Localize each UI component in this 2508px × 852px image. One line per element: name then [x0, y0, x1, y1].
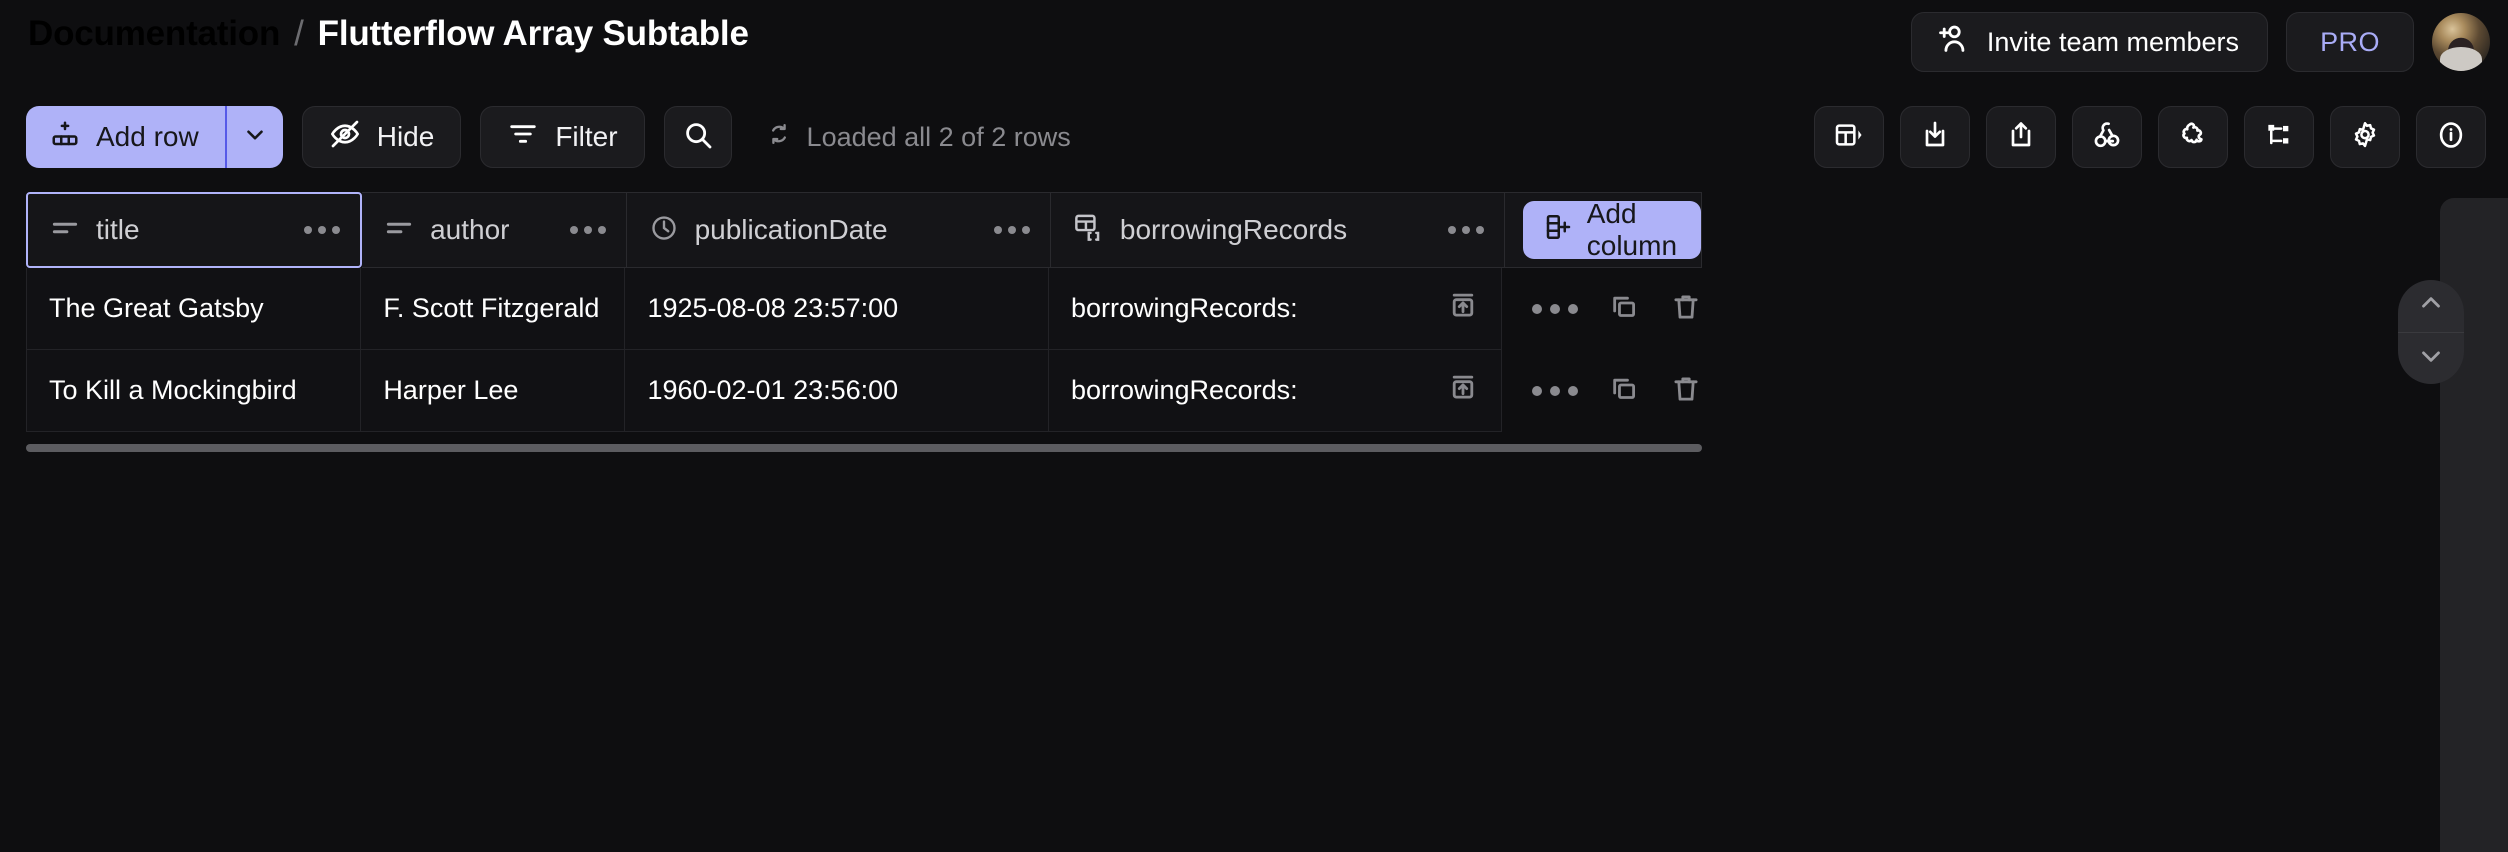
breadcrumb-separator: /	[294, 14, 304, 53]
pro-badge-label: PRO	[2320, 26, 2380, 57]
toolbar: Add row Hide Filter Loaded all 2 of 2 ro…	[0, 92, 2508, 182]
hide-fields-label: Hide	[376, 121, 435, 152]
add-row-button[interactable]: Add row	[26, 106, 225, 168]
webhook-icon	[2091, 119, 2123, 156]
column-menu-button[interactable]	[556, 226, 606, 234]
column-header-borrowingRecords[interactable]: borrowingRecords	[1050, 192, 1505, 268]
add-row-dropdown-button[interactable]	[227, 106, 283, 168]
person-plus-icon	[1936, 22, 1970, 63]
column-header-publicationDate[interactable]: publicationDate	[626, 192, 1051, 268]
settings-icon-button[interactable]	[2330, 106, 2400, 168]
invite-team-members-button[interactable]: Invite team members	[1910, 12, 2268, 72]
row-actions	[1502, 268, 1702, 350]
column-header-label: publicationDate	[694, 214, 888, 245]
top-bar-actions: Invite team members PRO	[1910, 12, 2490, 72]
add-row-icon	[50, 119, 80, 156]
row-menu-button[interactable]	[1531, 386, 1578, 396]
plugin-icon	[2177, 119, 2209, 156]
column-header-author[interactable]: author	[362, 192, 627, 268]
add-row-label: Add row	[96, 121, 199, 152]
text-icon	[384, 213, 414, 248]
load-status-label: Loaded all 2 of 2 rows	[806, 121, 1071, 152]
breadcrumb-parent[interactable]: Documentation	[28, 14, 280, 54]
invite-team-members-label: Invite team members	[1986, 26, 2239, 57]
chevron-down-icon	[2416, 341, 2446, 376]
table-view-icon-button[interactable]	[1814, 106, 1884, 168]
table-row[interactable]: To Kill a Mockingbird Harper Lee 1960-02…	[26, 350, 1702, 432]
info-icon-button[interactable]	[2416, 106, 2486, 168]
table-view-icon	[1833, 119, 1865, 156]
import-icon-button[interactable]	[1900, 106, 1970, 168]
row-menu-button[interactable]	[1531, 304, 1578, 314]
load-status: Loaded all 2 of 2 rows	[765, 120, 1071, 155]
filter-label: Filter	[555, 121, 618, 152]
cell-borrowingRecords[interactable]: borrowingRecords:	[1049, 350, 1502, 432]
cell-title[interactable]: The Great Gatsby	[26, 268, 362, 350]
search-button[interactable]	[663, 106, 732, 168]
expand-subtable-icon[interactable]	[1447, 371, 1479, 410]
eye-off-icon	[329, 118, 361, 157]
top-bar: Documentation / Flutterflow Array Subtab…	[0, 0, 2508, 92]
breadcrumb: Documentation / Flutterflow Array Subtab…	[28, 14, 749, 54]
export-icon-button[interactable]	[1986, 106, 2056, 168]
column-header-label: borrowingRecords	[1119, 214, 1348, 245]
refresh-icon	[765, 120, 793, 155]
info-icon	[2435, 119, 2467, 156]
clock-icon	[649, 213, 679, 248]
page-title: Flutterflow Array Subtable	[317, 14, 749, 53]
expand-subtable-icon[interactable]	[1447, 289, 1479, 328]
column-menu-button[interactable]	[290, 226, 341, 234]
plugin-icon-button[interactable]	[2158, 106, 2228, 168]
import-icon	[1919, 119, 1951, 156]
table-row[interactable]: The Great Gatsby F. Scott Fitzgerald 192…	[26, 268, 1702, 350]
duplicate-icon[interactable]	[1608, 291, 1640, 328]
column-header-label: title	[96, 214, 140, 245]
add-column-cell: Add column	[1504, 192, 1703, 268]
grid-header-row: title author publicationDate borrowingRe…	[26, 192, 1703, 268]
trash-icon[interactable]	[1670, 291, 1702, 328]
column-header-label: author	[430, 214, 510, 245]
add-column-icon	[1543, 212, 1573, 249]
webhook-icon-button[interactable]	[2072, 106, 2142, 168]
row-actions	[1502, 350, 1702, 432]
cell-publicationDate[interactable]: 1960-02-01 23:56:00	[625, 350, 1049, 432]
add-row-button-group[interactable]: Add row	[26, 106, 283, 168]
trash-icon[interactable]	[1670, 373, 1702, 410]
avatar[interactable]	[2432, 13, 2490, 71]
text-icon	[50, 213, 80, 248]
export-icon	[2005, 119, 2037, 156]
scroll-up-button[interactable]	[2398, 280, 2464, 333]
cell-borrowingRecords[interactable]: borrowingRecords:	[1049, 268, 1502, 350]
toolbar-right-group	[1814, 106, 2486, 168]
duplicate-icon[interactable]	[1608, 373, 1640, 410]
add-column-label: Add column	[1586, 198, 1678, 261]
cell-author[interactable]: Harper Lee	[361, 350, 626, 432]
chevron-down-icon	[242, 122, 268, 153]
column-header-title[interactable]: title	[26, 192, 363, 268]
subtable-icon	[1073, 212, 1104, 248]
cell-publicationDate[interactable]: 1925-08-08 23:57:00	[625, 268, 1049, 350]
cell-borrowingRecords-label: borrowingRecords:	[1071, 375, 1298, 405]
vertical-scroll-control[interactable]	[2398, 280, 2464, 384]
data-grid: title author publicationDate borrowingRe…	[26, 192, 1703, 432]
add-column-button[interactable]: Add column	[1522, 198, 1702, 261]
column-menu-button[interactable]	[980, 226, 1030, 234]
horizontal-scrollbar[interactable]	[26, 444, 1702, 452]
filter-icon	[507, 118, 539, 157]
gear-icon	[2349, 119, 2381, 156]
hierarchy-icon	[2263, 119, 2295, 156]
cell-title[interactable]: To Kill a Mockingbird	[26, 350, 362, 432]
column-menu-button[interactable]	[1434, 226, 1484, 234]
chevron-up-icon	[2416, 288, 2446, 323]
cell-borrowingRecords-label: borrowingRecords:	[1071, 293, 1298, 323]
hide-fields-button[interactable]: Hide	[301, 106, 462, 168]
scroll-down-button[interactable]	[2398, 333, 2464, 385]
filter-button[interactable]: Filter	[480, 106, 645, 168]
pro-badge[interactable]: PRO	[2286, 12, 2414, 72]
toolbar-left-group: Add row Hide Filter Loaded all 2 of 2 ro…	[26, 106, 1071, 168]
hierarchy-icon-button[interactable]	[2244, 106, 2314, 168]
search-icon	[682, 119, 714, 156]
cell-author[interactable]: F. Scott Fitzgerald	[361, 268, 626, 350]
